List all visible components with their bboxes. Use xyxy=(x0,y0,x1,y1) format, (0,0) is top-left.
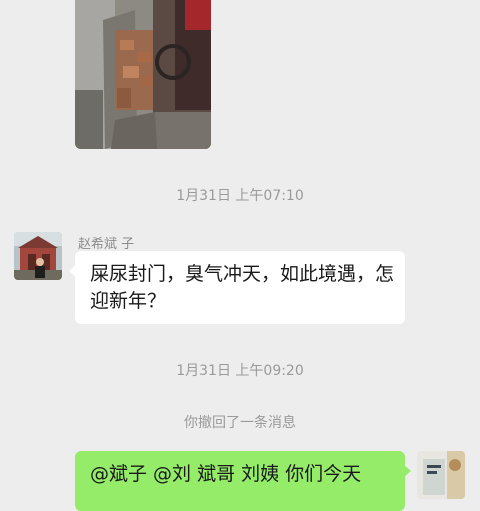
bubble-tail xyxy=(404,465,411,477)
image-message[interactable] xyxy=(75,0,211,149)
outgoing-message-bubble[interactable]: @斌子 @刘 斌哥 刘姨 你们今天 xyxy=(75,451,411,511)
bubble-tail xyxy=(69,265,76,277)
message-text: 屎尿封门，臭气冲天，如此境遇，怎迎新年？ xyxy=(90,263,395,312)
avatar-image xyxy=(417,451,465,499)
timestamp: 1月31日 上午09:20 xyxy=(176,363,304,379)
avatar-image xyxy=(14,232,62,280)
incoming-message-bubble[interactable]: 屎尿封门，臭气冲天，如此境遇，怎迎新年？ xyxy=(69,251,405,324)
sender-name: 赵希斌 子 xyxy=(78,237,135,252)
photo-thumbnail xyxy=(75,0,211,149)
message-text: @斌子 @刘 斌哥 刘姨 你们今天 xyxy=(90,463,362,485)
contact-avatar[interactable] xyxy=(14,232,62,280)
my-avatar[interactable] xyxy=(417,451,465,499)
timestamp: 1月31日 上午07:10 xyxy=(176,188,304,204)
recall-notice: 你撤回了一条消息 xyxy=(184,415,296,431)
